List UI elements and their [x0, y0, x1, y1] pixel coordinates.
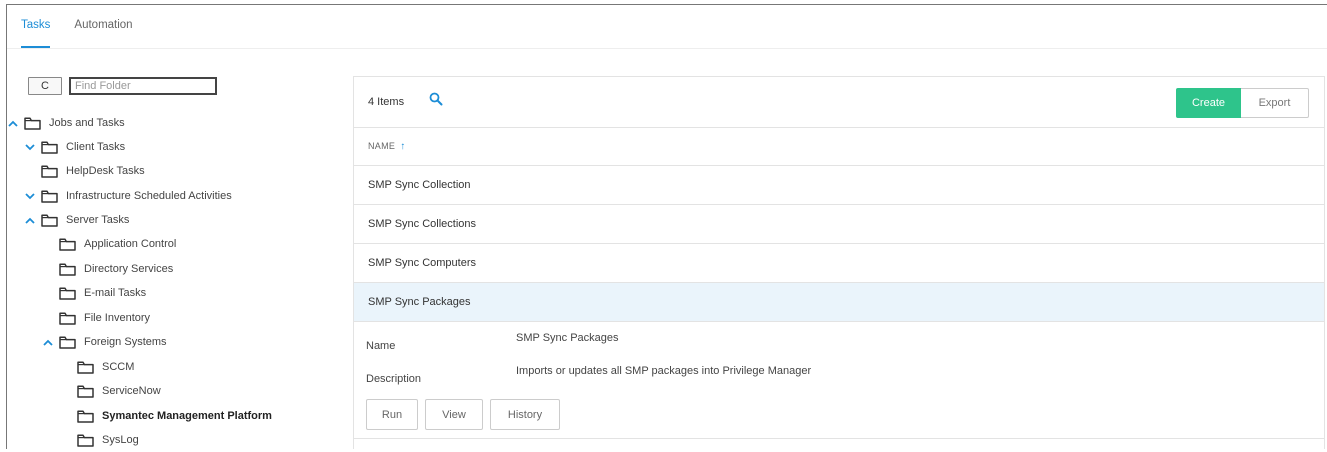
tab-automation[interactable]: Automation [74, 16, 132, 48]
run-button[interactable]: Run [366, 399, 418, 430]
tree-node[interactable]: ServiceNow [77, 379, 161, 403]
tree-node-label: SysLog [102, 434, 139, 446]
name-column-header[interactable]: NAME ↑ [354, 127, 1324, 166]
tree-node-label: File Inventory [84, 312, 151, 324]
tree-node[interactable]: Application Control [59, 232, 176, 256]
folder-icon [59, 335, 76, 349]
refresh-icon: C [41, 80, 49, 92]
tree-node-label: Directory Services [84, 263, 174, 275]
table-row-selected[interactable]: SMP Sync Packages [354, 283, 1324, 322]
folder-icon [59, 262, 76, 276]
tree-node[interactable]: Directory Services [59, 257, 173, 281]
tree-node-label: Server Tasks [66, 214, 130, 226]
folder-icon [59, 237, 76, 251]
detail-description-value: Imports or updates all SMP packages into… [516, 365, 812, 377]
tree-node[interactable]: HelpDesk Tasks [41, 159, 145, 183]
find-folder-input[interactable] [69, 77, 217, 95]
table-row[interactable]: SMP Sync Collections [354, 205, 1324, 244]
folder-icon [59, 311, 76, 325]
tab-divider [7, 48, 1327, 49]
chevron-up-icon[interactable] [41, 339, 55, 346]
tree-node-label: Infrastructure Scheduled Activities [66, 190, 232, 202]
tab-bar: Tasks Automation [21, 16, 157, 48]
item-count: 4 Items [368, 96, 405, 108]
create-button[interactable]: Create [1176, 88, 1241, 118]
tree-node[interactable]: Symantec Management Platform [77, 404, 272, 428]
row-name: SMP Sync Collection [368, 179, 471, 191]
row-name: SMP Sync Computers [368, 257, 477, 269]
detail-description-label: Description [366, 373, 422, 385]
tree-node-label: SCCM [102, 361, 135, 373]
task-list-panel: 4 Items Create Export NAME ↑ SMP Sync Co… [353, 76, 1325, 449]
tree-node[interactable]: File Inventory [59, 306, 150, 330]
tab-tasks[interactable]: Tasks [21, 16, 51, 48]
folder-icon [59, 286, 76, 300]
tree-node[interactable]: Client Tasks [23, 135, 125, 159]
list-header: 4 Items Create Export [354, 77, 1324, 128]
folder-icon [77, 360, 94, 374]
tree-node[interactable]: SysLog [77, 428, 139, 452]
refresh-button[interactable]: C [28, 77, 62, 95]
tree-node-label: Jobs and Tasks [49, 117, 125, 129]
detail-name-label: Name [366, 340, 396, 352]
folder-icon [41, 189, 58, 203]
tree-node[interactable]: Infrastructure Scheduled Activities [23, 184, 232, 208]
row-name: SMP Sync Packages [368, 296, 471, 308]
tree-node-label: Symantec Management Platform [102, 410, 272, 422]
chevron-down-icon[interactable] [23, 143, 37, 151]
tree-node[interactable]: Server Tasks [23, 208, 129, 232]
sort-ascending-icon: ↑ [400, 140, 406, 152]
tree-node-label: ServiceNow [102, 385, 161, 397]
tree-node[interactable]: E-mail Tasks [59, 281, 146, 305]
table-row[interactable]: SMP Sync Collection [354, 166, 1324, 205]
tree-toolbar: C [28, 77, 217, 95]
folder-icon [77, 409, 94, 423]
history-button[interactable]: History [490, 399, 560, 430]
folder-icon [24, 116, 41, 130]
export-button[interactable]: Export [1241, 88, 1309, 118]
folder-icon [41, 164, 58, 178]
tree-node[interactable]: Foreign Systems [41, 330, 167, 354]
chevron-up-icon[interactable] [6, 120, 20, 127]
chevron-down-icon[interactable] [23, 192, 37, 200]
column-header-label: NAME [368, 141, 396, 151]
tree-node-label: E-mail Tasks [84, 287, 147, 299]
tree-node-label: HelpDesk Tasks [66, 165, 145, 177]
tree-node[interactable]: SCCM [77, 355, 134, 379]
tree-node-label: Application Control [84, 238, 177, 250]
tree-node[interactable]: Jobs and Tasks [6, 111, 125, 135]
tree-node-label: Foreign Systems [84, 336, 167, 348]
task-detail: Name SMP Sync Packages Description Impor… [354, 321, 1324, 439]
detail-name-value: SMP Sync Packages [516, 332, 619, 344]
chevron-up-icon[interactable] [23, 217, 37, 224]
tree-node-label: Client Tasks [66, 141, 126, 153]
table-row[interactable]: SMP Sync Computers [354, 244, 1324, 283]
search-icon[interactable] [429, 92, 443, 109]
row-name: SMP Sync Collections [368, 218, 477, 230]
view-button[interactable]: View [425, 399, 483, 430]
folder-icon [41, 213, 58, 227]
folder-icon [77, 384, 94, 398]
folder-icon [41, 140, 58, 154]
folder-icon [77, 433, 94, 447]
